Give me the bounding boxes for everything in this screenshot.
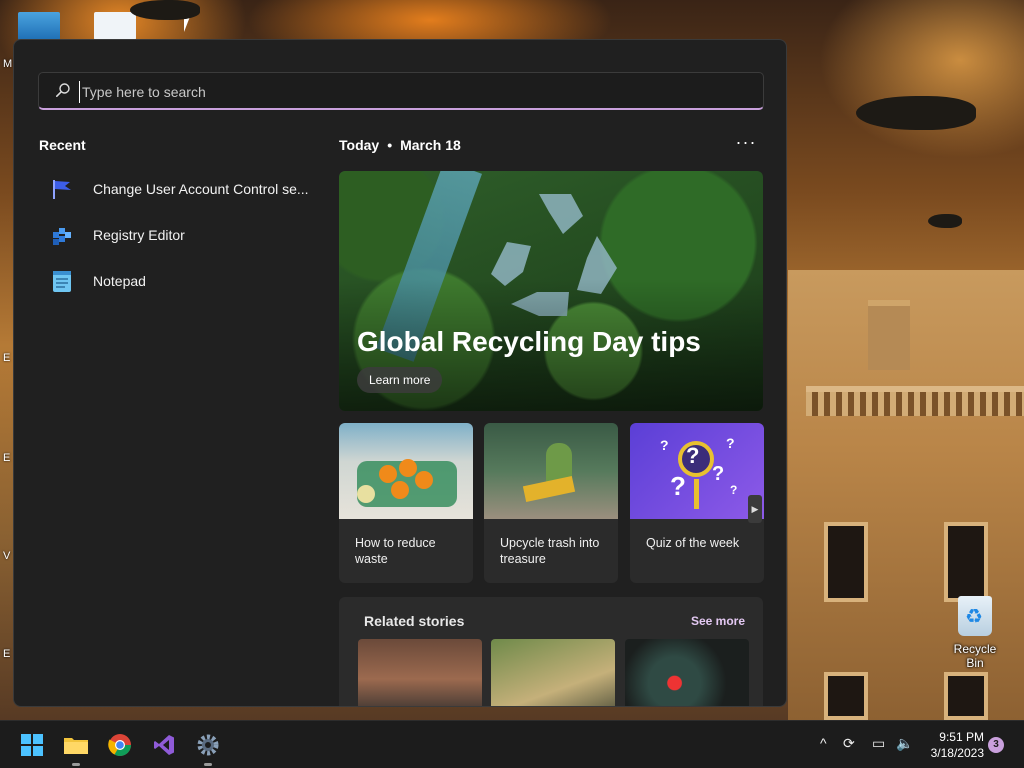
file-explorer-button[interactable]: [60, 729, 92, 766]
recent-item-label: Change User Account Control se...: [93, 181, 309, 197]
card-caption: Quiz of the week: [646, 536, 740, 550]
start-icon: [21, 734, 43, 756]
helicopter-icon: [928, 214, 962, 228]
recent-item-registry-editor[interactable]: Registry Editor: [39, 212, 309, 258]
card-caption: Upcycle trash into treasure: [500, 536, 600, 566]
recent-item-label: Notepad: [93, 273, 146, 289]
wallpaper-window: [944, 522, 988, 602]
related-story-thumbnail[interactable]: [358, 639, 482, 706]
chrome-icon: [108, 734, 131, 756]
recent-item-notepad[interactable]: Notepad: [39, 258, 309, 304]
start-button[interactable]: [16, 729, 48, 761]
hero-card[interactable]: Global Recycling Day tips Learn more: [339, 171, 763, 411]
recent-list: Change User Account Control se... Regist…: [39, 166, 309, 304]
see-more-link[interactable]: See more: [691, 614, 745, 628]
sync-icon[interactable]: ⟳: [843, 735, 855, 752]
today-header: Today • March 18: [339, 137, 461, 153]
file-explorer-icon: [64, 738, 88, 754]
related-story-thumbnail[interactable]: [625, 639, 749, 706]
search-panel: Recent Change User Account Control se...: [13, 39, 787, 707]
chrome-button[interactable]: [104, 729, 136, 761]
clock-date: 3/18/2023: [930, 746, 984, 760]
taskbar: ^ ⟳ ▭ 🔈 9:51 PM 3/18/2023 3: [0, 720, 1024, 768]
today-separator: •: [387, 137, 393, 153]
visual-studio-icon: [154, 735, 174, 755]
related-stories: Related stories See more: [339, 597, 763, 706]
wallpaper-balcony: [806, 386, 1024, 416]
desktop-label-fragment: E: [3, 648, 11, 660]
wallpaper-chimney: [868, 300, 910, 370]
desktop-document-icon[interactable]: [94, 12, 136, 40]
clock-time: 9:51 PM: [939, 730, 984, 744]
card-image: ? ? ? ? ? ?: [630, 423, 764, 519]
recent-item-uac[interactable]: Change User Account Control se...: [39, 166, 309, 212]
wallpaper-window: [944, 672, 988, 720]
recycle-bin[interactable]: Recycle Bin: [944, 596, 1006, 670]
search-box[interactable]: [38, 72, 764, 110]
helicopter-icon: [130, 0, 200, 20]
recent-item-label: Registry Editor: [93, 227, 185, 243]
wallpaper-window: [824, 672, 868, 720]
related-story-thumbnail[interactable]: [491, 639, 615, 706]
show-hidden-icons-button[interactable]: ^: [820, 735, 827, 751]
chair-decoration: [522, 475, 576, 503]
clock[interactable]: 9:51 PM 3/18/2023: [924, 729, 984, 761]
card-caption: How to reduce waste: [355, 536, 436, 566]
settings-button[interactable]: [192, 729, 224, 766]
more-options-button[interactable]: ···: [734, 132, 758, 156]
card-upcycle[interactable]: Upcycle trash into treasure: [484, 423, 618, 583]
desktop-label-fragment: E: [3, 452, 11, 464]
recycle-bin-icon: [958, 596, 992, 636]
card-image: [484, 423, 618, 519]
recent-heading: Recent: [39, 137, 86, 153]
desktop-label-fragment: M: [3, 58, 13, 70]
notification-badge[interactable]: 3: [988, 737, 1004, 753]
visual-studio-button[interactable]: [148, 729, 180, 761]
volume-icon[interactable]: 🔈: [896, 735, 913, 752]
today-date: March 18: [400, 137, 461, 153]
hero-title: Global Recycling Day tips: [357, 326, 701, 357]
desktop-label-fragment: E: [3, 352, 11, 364]
learn-more-button[interactable]: Learn more: [357, 367, 443, 393]
uac-flag-icon: [49, 176, 75, 202]
card-image: [339, 423, 473, 519]
search-icon: [55, 83, 70, 97]
card-reduce-waste[interactable]: How to reduce waste: [339, 423, 473, 583]
desktop-app-icon[interactable]: [18, 12, 60, 40]
carousel-next-button[interactable]: ▶: [748, 495, 762, 523]
related-title: Related stories: [364, 613, 465, 629]
notepad-icon: [49, 268, 75, 294]
settings-icon: [197, 734, 219, 756]
wallpaper-window: [824, 522, 868, 602]
helicopter-icon: [856, 96, 976, 130]
registry-editor-icon: [49, 222, 75, 248]
card-quiz[interactable]: ? ? ? ? ? ? Quiz of the week: [630, 423, 764, 583]
search-input[interactable]: [79, 81, 719, 103]
desktop-label-fragment: V: [3, 550, 11, 562]
today-label: Today: [339, 137, 380, 153]
recycle-bin-label: Recycle Bin: [953, 642, 997, 670]
network-icon[interactable]: ▭: [872, 735, 885, 752]
